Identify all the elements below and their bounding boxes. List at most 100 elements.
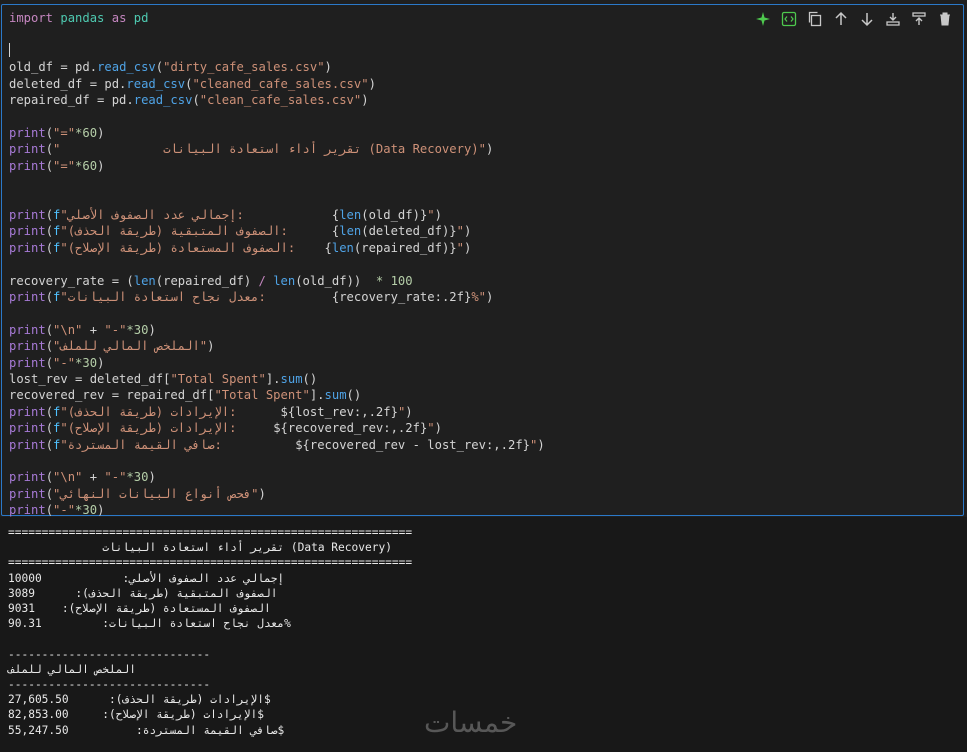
output-line: إجمالي عدد الصفوف الأصلي: 10000	[8, 571, 285, 585]
code-line: print("="*60)	[9, 125, 105, 140]
string-literal: "\n"	[53, 470, 83, 485]
number-literal: *30	[126, 322, 149, 337]
output-line: ------------------------------	[8, 647, 211, 661]
function-name: len	[339, 224, 362, 239]
print-call: print	[9, 240, 46, 255]
string-literal: "صافي القيمة المستردة:	[60, 437, 296, 452]
string-literal: "="	[53, 158, 76, 173]
code-line: print(f"الصفوف المتبقية (طريقة الحذف): {…	[9, 224, 472, 239]
code-line: print("الملخص المالي للملف")	[9, 339, 215, 354]
print-call: print	[9, 158, 46, 173]
code-text: repaired_df = pd.	[9, 93, 134, 108]
string-literal: "-"	[53, 355, 76, 370]
cell-toolbar	[753, 9, 955, 29]
string-literal: %"	[471, 289, 486, 304]
code-line: import pandas as pd	[9, 11, 148, 25]
code-line: print(" تقرير أداء استعادة البيانات (Dat…	[9, 142, 494, 157]
code-line: recovered_rev = repaired_df["Total Spent…	[9, 388, 362, 403]
string-literal: "dirty_cafe_sales.csv"	[163, 60, 325, 75]
print-call: print	[9, 207, 46, 222]
function-name: sum	[324, 388, 347, 403]
output-line: ========================================…	[8, 526, 413, 539]
number-literal: * 100	[368, 273, 413, 288]
output-line: ------------------------------	[8, 678, 211, 692]
string-literal: "="	[53, 125, 76, 140]
operator: /	[258, 273, 266, 288]
string-literal: "إجمالي عدد الصفوف الأصلي:	[60, 207, 332, 222]
string-literal: "الملخص المالي للملف"	[53, 339, 208, 354]
number-literal: *60	[75, 158, 98, 173]
string-literal: "cleaned_cafe_sales.csv"	[192, 76, 369, 91]
trash-icon[interactable]	[935, 9, 955, 29]
output-line: الصفوف المستعادة (طريقة الإصلاح): 9031	[8, 602, 271, 616]
keyword: as	[111, 11, 127, 25]
variable: lost_rev:,.2f	[295, 404, 391, 419]
code-line: print("-"*30)	[9, 503, 105, 518]
output-line: ========================================…	[8, 556, 413, 570]
code-text: lost_rev = deleted_df[	[9, 371, 171, 386]
code-icon[interactable]	[779, 9, 799, 29]
code-line: print(f"الإيرادات (طريقة الإصلاح): ${rec…	[9, 421, 442, 436]
code-text: recovery_rate = (	[9, 273, 134, 288]
string-literal: "-"	[53, 503, 76, 518]
variable: deleted_df	[368, 224, 442, 239]
code-line: old_df = pd.read_csv("dirty_cafe_sales.c…	[9, 60, 332, 75]
sparkle-icon[interactable]	[753, 9, 773, 29]
variable: recovery_rate:.2f	[339, 289, 464, 304]
code-text: old_df = pd.	[9, 60, 98, 75]
module-name: pandas	[53, 11, 112, 25]
variable: recovered_rev - lost_rev:,.2f	[309, 437, 523, 452]
string-literal: "	[456, 224, 464, 239]
text-cursor	[9, 42, 10, 57]
string-literal: "فحص أنواع البيانات النهائي"	[53, 486, 259, 501]
code-line: print(f"الإيرادات (طريقة الحذف): ${lost_…	[9, 404, 413, 419]
variable: old_df	[368, 207, 413, 222]
output-text: ========================================…	[8, 525, 412, 738]
variable: recovered_rev:,.2f	[287, 421, 420, 436]
insert-above-icon[interactable]	[909, 9, 929, 29]
code-line: print(f"صافي القيمة المستردة: ${recovere…	[9, 437, 545, 452]
code-text: deleted_df = pd.	[9, 76, 127, 91]
string-literal: "الإيرادات (طريقة الحذف):	[60, 404, 281, 419]
code-line: print("-"*30)	[9, 355, 105, 370]
copy-icon[interactable]	[805, 9, 825, 29]
string-literal: "	[427, 421, 435, 436]
string-literal: "	[530, 437, 538, 452]
print-call: print	[9, 486, 46, 501]
function-name: read_csv	[97, 60, 156, 75]
function-name: sum	[280, 371, 303, 386]
arrow-down-icon[interactable]	[857, 9, 877, 29]
number-literal: *60	[75, 125, 98, 140]
code-line: repaired_df = pd.read_csv("clean_cafe_sa…	[9, 93, 369, 108]
code-line: print(f"الصفوف المستعادة (طريقة الإصلاح)…	[9, 240, 472, 255]
arrow-up-icon[interactable]	[831, 9, 851, 29]
string-literal: "-"	[104, 470, 127, 485]
string-literal: "معدل نجاح استعادة البيانات:	[60, 289, 332, 304]
watermark-logo: خمسات	[424, 706, 518, 739]
print-call: print	[9, 355, 46, 370]
print-call: print	[9, 404, 46, 419]
keyword: import	[9, 11, 54, 25]
string-literal: "	[456, 240, 464, 255]
function-name: len	[331, 240, 354, 255]
string-literal: "Total Spent"	[170, 371, 266, 386]
print-call: print	[9, 322, 46, 337]
variable: repaired_df	[361, 240, 442, 255]
string-literal: "clean_cafe_sales.csv"	[199, 93, 362, 108]
function-name: read_csv	[133, 93, 193, 108]
output-line: الإيرادات (طريقة الحذف): 27,605.50$	[8, 693, 271, 707]
print-call: print	[9, 125, 46, 140]
output-line: الإيرادات (طريقة الإصلاح): 82,853.00$	[8, 708, 264, 722]
string-literal: "	[427, 207, 435, 222]
insert-below-icon[interactable]	[883, 9, 903, 29]
code-line: print("\n" + "-"*30)	[9, 322, 156, 337]
code-line: print("فحص أنواع البيانات النهائي")	[9, 486, 266, 501]
code-cell[interactable]: import pandas as pd old_df = pd.read_csv…	[1, 4, 964, 519]
print-call: print	[9, 224, 46, 239]
module-alias: pd	[126, 11, 149, 25]
number-literal: *30	[75, 355, 98, 370]
string-literal: "الإيرادات (طريقة الإصلاح):	[60, 421, 274, 436]
function-name: len	[133, 273, 156, 288]
code-editor[interactable]: import pandas as pd old_df = pd.read_csv…	[9, 10, 545, 519]
number-literal: *30	[126, 470, 149, 485]
